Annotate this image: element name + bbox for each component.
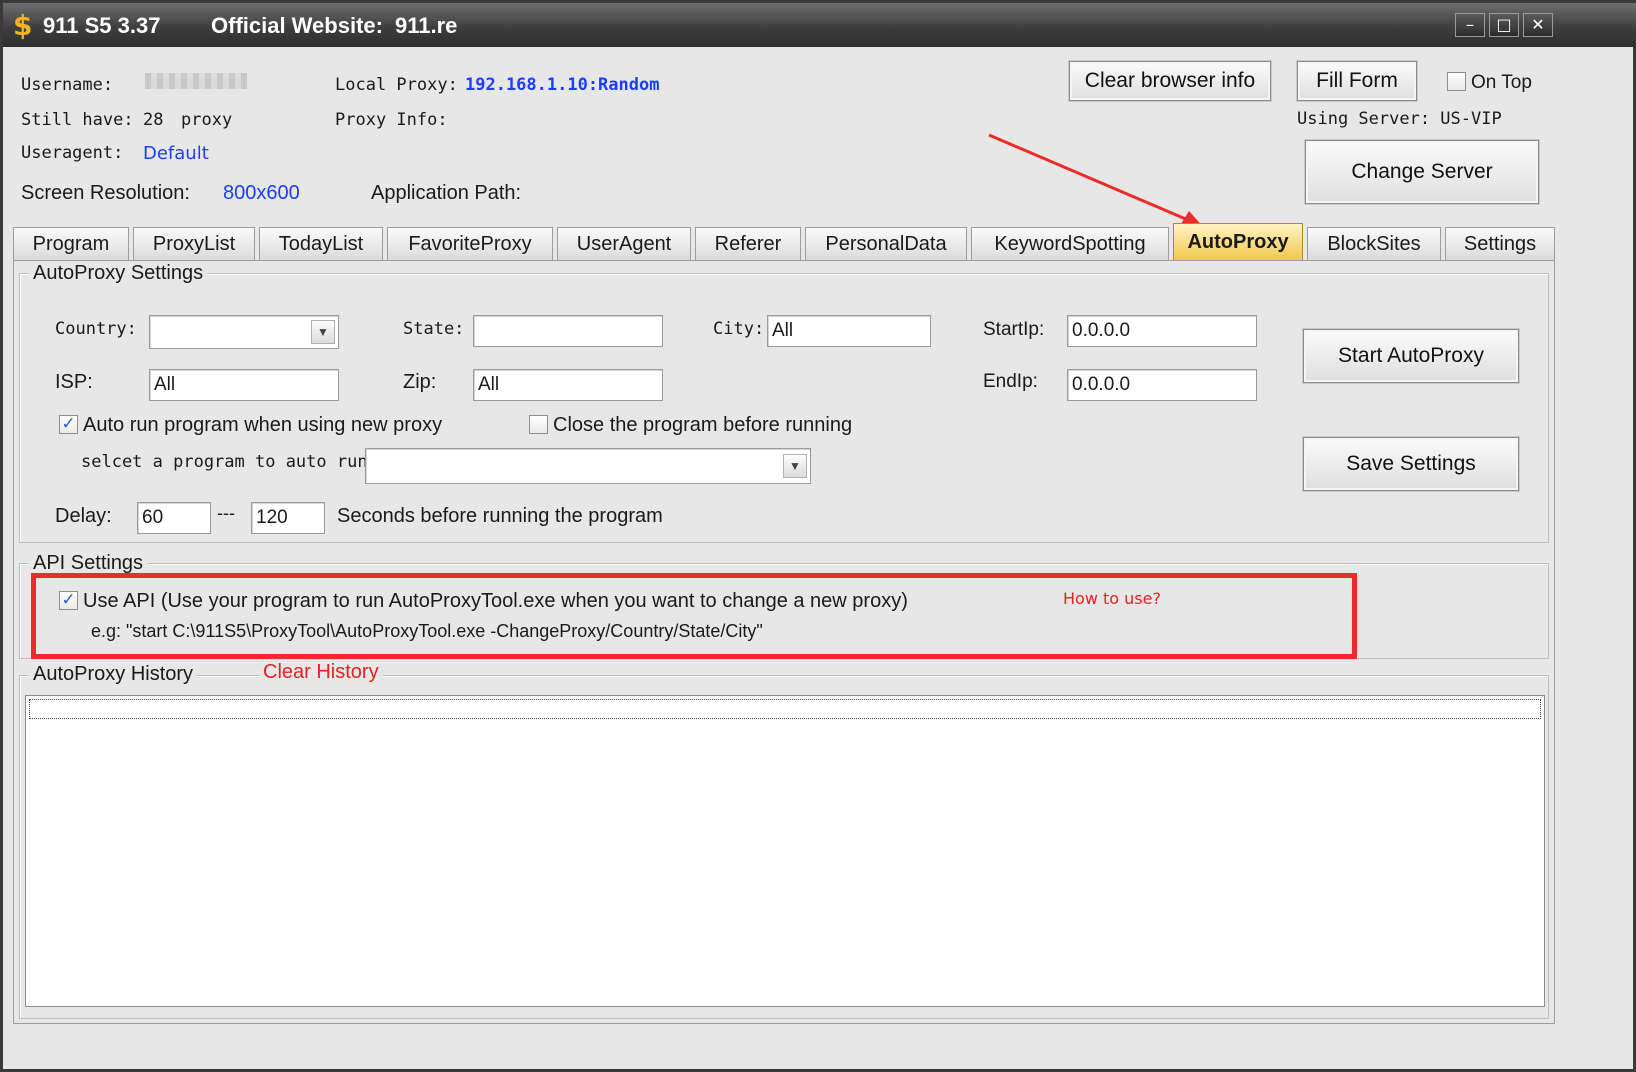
api-settings-title: API Settings	[29, 552, 148, 575]
still-have-count: 28	[143, 110, 164, 130]
tab-autoproxy[interactable]: AutoProxy	[1173, 223, 1303, 261]
minimize-button[interactable]: –	[1455, 13, 1485, 37]
resolution-value[interactable]: 800x600	[223, 182, 300, 205]
delay-suffix: Seconds before running the program	[337, 505, 663, 527]
tab-settings[interactable]: Settings	[1445, 227, 1555, 261]
history-title: AutoProxy History	[29, 663, 198, 686]
select-program-label: selcet a program to auto run:	[81, 452, 378, 472]
local-proxy-label: Local Proxy:	[335, 75, 458, 95]
start-autoproxy-button[interactable]: Start AutoProxy	[1303, 329, 1519, 383]
startip-input[interactable]: 0.0.0.0	[1067, 315, 1257, 347]
delay-min-input[interactable]: 60	[137, 502, 211, 534]
on-top-checkbox[interactable]	[1447, 72, 1466, 91]
delay-separator: ---	[217, 503, 235, 523]
website-value[interactable]: 911.re	[395, 13, 457, 39]
resolution-label: Screen Resolution:	[21, 182, 190, 204]
local-proxy-value: 192.168.1.10:Random	[465, 75, 660, 95]
history-list[interactable]	[25, 695, 1545, 1007]
fill-form-button[interactable]: Fill Form	[1297, 61, 1417, 101]
tab-referer[interactable]: Referer	[695, 227, 801, 261]
autoproxy-settings-group	[19, 273, 1549, 543]
isp-label: ISP:	[55, 371, 93, 393]
proxy-info-label: Proxy Info:	[335, 110, 448, 130]
tab-program[interactable]: Program	[13, 227, 129, 261]
save-settings-button[interactable]: Save Settings	[1303, 437, 1519, 491]
use-api-checkbox[interactable]: ✓	[59, 591, 78, 610]
username-value-redacted	[145, 73, 247, 89]
chevron-down-icon[interactable]: ▼	[311, 320, 335, 344]
useragent-value[interactable]: Default	[143, 143, 209, 164]
endip-input[interactable]: 0.0.0.0	[1067, 369, 1257, 401]
how-to-use-link[interactable]: How to use?	[1063, 589, 1161, 608]
app-dollar-icon: $	[13, 9, 33, 42]
state-input[interactable]	[473, 315, 663, 347]
history-list-focus-row	[29, 699, 1541, 719]
isp-input[interactable]: All	[149, 369, 339, 401]
close-before-label: Close the program before running	[553, 414, 853, 436]
startip-label: StartIp:	[983, 319, 1045, 340]
close-button[interactable]: ✕	[1523, 13, 1553, 37]
delay-label: Delay:	[55, 505, 112, 527]
api-example-text: e.g: "start C:\911S5\ProxyTool\AutoProxy…	[91, 621, 763, 641]
tab-keywordspotting[interactable]: KeywordSpotting	[971, 227, 1169, 261]
city-label: City:	[713, 319, 765, 339]
tab-favoriteproxy[interactable]: FavoriteProxy	[387, 227, 553, 261]
tab-personaldata[interactable]: PersonalData	[805, 227, 967, 261]
title-bar: $ 911 S5 3.37 Official Website: 911.re –…	[3, 3, 1636, 47]
endip-label: EndIp:	[983, 371, 1038, 392]
clear-history-link[interactable]: Clear History	[259, 661, 383, 684]
country-select[interactable]: ▼	[149, 315, 339, 349]
autoproxy-settings-title: AutoProxy Settings	[29, 262, 208, 285]
using-server-label: Using Server: US-VIP	[1297, 109, 1502, 129]
country-label: Country:	[55, 319, 137, 339]
on-top-label: On Top	[1471, 72, 1532, 93]
close-before-checkbox[interactable]	[529, 415, 548, 434]
zip-label: Zip:	[403, 371, 437, 393]
city-input[interactable]: All	[767, 315, 931, 347]
tab-todaylist[interactable]: TodayList	[259, 227, 383, 261]
useragent-label: Useragent:	[21, 143, 124, 163]
auto-run-label: Auto run program when using new proxy	[83, 414, 443, 436]
auto-run-checkbox[interactable]: ✓	[59, 415, 78, 434]
clear-browser-info-button[interactable]: Clear browser info	[1069, 61, 1271, 101]
website-label: Official Website:	[211, 13, 383, 38]
app-window: $ 911 S5 3.37 Official Website: 911.re –…	[0, 0, 1636, 1072]
zip-input[interactable]: All	[473, 369, 663, 401]
application-path-label: Application Path:	[371, 182, 522, 204]
tab-useragent[interactable]: UserAgent	[557, 227, 691, 261]
change-server-button[interactable]: Change Server	[1305, 140, 1539, 204]
app-title: 911 S5 3.37	[43, 13, 161, 38]
delay-max-input[interactable]: 120	[251, 502, 325, 534]
chevron-down-icon[interactable]: ▼	[783, 454, 807, 478]
username-label: Username:	[21, 75, 114, 95]
annotation-highlight-box	[31, 573, 1357, 659]
tab-blocksites[interactable]: BlockSites	[1307, 227, 1441, 261]
state-label: State:	[403, 319, 465, 339]
program-select[interactable]: ▼	[365, 448, 811, 484]
maximize-button[interactable]: □	[1489, 13, 1519, 37]
still-have-unit: proxy	[181, 110, 233, 130]
tab-proxylist[interactable]: ProxyList	[133, 227, 255, 261]
still-have-label: Still have:	[21, 110, 134, 130]
use-api-label: Use API (Use your program to run AutoPro…	[83, 590, 908, 612]
annotation-arrow-icon	[988, 133, 1205, 229]
